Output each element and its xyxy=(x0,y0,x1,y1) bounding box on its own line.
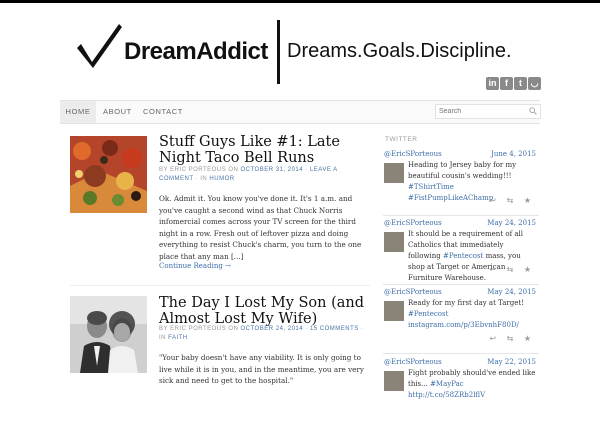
checkmark-icon xyxy=(77,24,122,68)
nav-home[interactable]: HOME xyxy=(60,101,96,123)
post-thumbnail-taco[interactable] xyxy=(70,136,147,213)
nav-contact[interactable]: CONTACT xyxy=(143,101,183,123)
tweet-link[interactable]: #TShirtTime #FistPumpLikeAChamp xyxy=(408,183,493,202)
logo-divider xyxy=(277,20,280,84)
tweet: @EricSPorteous May 24, 2015 It should be… xyxy=(383,219,539,285)
tweet-date[interactable]: May 24, 2015 xyxy=(487,288,536,296)
post-excerpt: Ok. Admit it. You know you've done it. I… xyxy=(159,194,362,261)
post-date[interactable]: OCTOBER 24, 2014 xyxy=(241,326,304,332)
tweet-handle[interactable]: @EricSPorteous xyxy=(384,288,442,296)
post-title[interactable]: Stuff Guys Like #1: Late Night Taco Bell… xyxy=(159,134,379,166)
site-logo[interactable]: DreamAddict Dreams.Goals.Discipline. xyxy=(75,20,515,84)
post-thumbnail-couple[interactable] xyxy=(70,296,147,373)
top-bar xyxy=(0,0,600,3)
post-meta: BY ERIC PORTEOUS ON OCTOBER 24, 2014 · 1… xyxy=(159,326,364,341)
site-tagline: Dreams.Goals.Discipline. xyxy=(287,40,512,62)
tweet-handle[interactable]: @EricSPorteous xyxy=(384,358,442,366)
tweet-date[interactable]: May 22, 2015 xyxy=(487,358,536,366)
tweet-text: It should be a requirement of all Cathol… xyxy=(408,230,524,282)
tweet-handle[interactable]: @EricSPorteous xyxy=(384,150,442,158)
rss-icon[interactable]: ◡ xyxy=(528,77,541,90)
search-box xyxy=(435,104,541,119)
post-excerpt: "Your baby doesn't have any viability. I… xyxy=(159,353,364,385)
tweet-handle[interactable]: @EricSPorteous xyxy=(384,219,442,227)
tweet-text: Fight probably should've ended like this… xyxy=(408,369,536,399)
tweet-link[interactable]: #Pentecost instagram.com/p/3EbvnhF80D/ xyxy=(408,310,519,329)
avatar[interactable] xyxy=(384,163,404,183)
avatar[interactable] xyxy=(384,371,404,391)
tweet-actions[interactable]: ↩ ⇆ ★ xyxy=(489,334,535,343)
continue-reading-link[interactable]: Continue Reading → xyxy=(159,262,231,270)
nav-about[interactable]: ABOUT xyxy=(103,101,132,123)
tweet-link[interactable]: #Pentecost xyxy=(443,252,483,260)
tweet: @EricSPorteous May 22, 2015 Fight probab… xyxy=(383,358,539,424)
tweet-text: Ready for my first day at Target! #Pente… xyxy=(408,299,525,329)
category-link[interactable]: FAITH xyxy=(168,335,188,341)
tweet-divider xyxy=(383,353,539,354)
tweet-divider xyxy=(383,284,539,285)
tweet: @EricSPorteous May 24, 2015 Ready for my… xyxy=(383,288,539,354)
facebook-icon[interactable]: f xyxy=(500,77,513,90)
linkedin-icon[interactable]: in xyxy=(486,77,499,90)
avatar[interactable] xyxy=(384,232,404,252)
tweet-actions[interactable]: ↩ ⇆ ★ xyxy=(489,196,535,205)
avatar[interactable] xyxy=(384,301,404,321)
tweet-divider xyxy=(383,215,539,216)
site-name: DreamAddict xyxy=(124,38,268,65)
post-divider xyxy=(70,285,370,286)
twitter-icon[interactable]: t xyxy=(514,77,527,90)
search-input[interactable] xyxy=(439,105,519,118)
taco-image xyxy=(70,136,147,213)
tweet-actions[interactable]: ↩ ⇆ ★ xyxy=(489,265,535,274)
tweet-date[interactable]: June 4, 2015 xyxy=(491,150,536,158)
post-meta: BY ERIC PORTEOUS ON OCTOBER 31, 2014 · L… xyxy=(159,167,338,182)
post-title[interactable]: The Day I Lost My Son (and Almost Lost M… xyxy=(159,295,379,327)
couple-photo xyxy=(70,296,147,373)
comments-link[interactable]: 15 COMMENTS xyxy=(310,326,359,332)
tweet-date[interactable]: May 24, 2015 xyxy=(487,219,536,227)
post-date[interactable]: OCTOBER 31, 2014 xyxy=(241,167,304,173)
twitter-heading: TWITTER xyxy=(385,136,418,143)
search-icon[interactable] xyxy=(529,107,537,115)
category-link[interactable]: HUMOR xyxy=(209,176,234,182)
tweet: @EricSPorteous June 4, 2015 Heading to J… xyxy=(383,150,539,216)
